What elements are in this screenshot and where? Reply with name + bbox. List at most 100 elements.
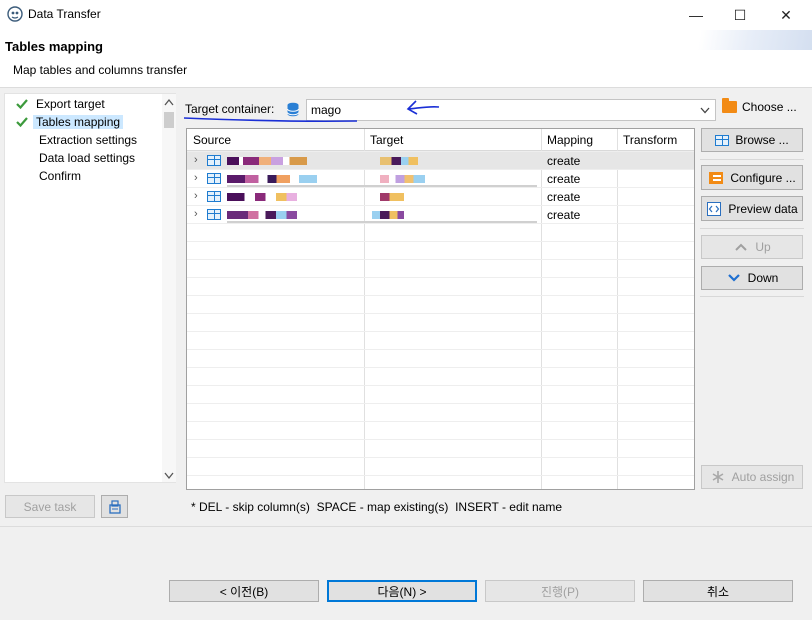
row-divider xyxy=(187,403,694,404)
proceed-button[interactable]: 진행(P) xyxy=(485,580,635,602)
next-button[interactable]: 다음(N) > xyxy=(327,580,477,602)
row-divider xyxy=(187,169,694,170)
annotation-underline xyxy=(183,117,358,123)
configure-icon xyxy=(709,171,724,184)
annotation-arrow xyxy=(406,100,440,115)
row-divider xyxy=(187,421,694,422)
chevron-right-icon[interactable]: › xyxy=(194,190,198,202)
target-name-redacted xyxy=(380,175,425,183)
row-divider xyxy=(187,439,694,440)
page-title: Tables mapping xyxy=(5,39,103,54)
mapping-value[interactable]: create xyxy=(547,208,580,222)
chevron-right-icon[interactable]: › xyxy=(194,154,198,166)
row-divider xyxy=(187,313,694,314)
scroll-down-icon[interactable] xyxy=(164,472,174,480)
preview-label: Preview data xyxy=(728,201,798,216)
cancel-label: 취소 xyxy=(706,584,730,599)
nav-scroll-thumb[interactable] xyxy=(164,112,174,128)
nav-item-export-target[interactable]: Export target xyxy=(15,95,105,112)
mapping-value[interactable]: create xyxy=(547,154,580,168)
target-container-select[interactable]: mago xyxy=(306,99,716,121)
check-icon xyxy=(16,116,28,127)
mapping-value[interactable]: create xyxy=(547,190,580,204)
table-icon xyxy=(207,209,221,220)
row-divider xyxy=(187,385,694,386)
browse-label: Browse ... xyxy=(735,133,789,147)
mapping-table[interactable]: Source Target Mapping Transform › create… xyxy=(186,128,695,490)
row-divider xyxy=(187,367,694,368)
separator xyxy=(700,159,804,160)
table-row[interactable]: › create xyxy=(187,152,694,170)
nav-item-data-load-settings[interactable]: Data load settings xyxy=(15,149,135,166)
source-name-redacted xyxy=(227,193,297,201)
browse-button[interactable]: Browse ... xyxy=(701,128,803,152)
up-label: Up xyxy=(755,240,771,254)
nav-item-label: Confirm xyxy=(39,168,82,183)
column-header-source[interactable]: Source xyxy=(193,133,231,147)
table-row[interactable]: › create xyxy=(187,188,694,206)
minimize-icon: — xyxy=(689,7,703,23)
scroll-up-icon[interactable] xyxy=(164,98,174,106)
close-button[interactable]: ✕ xyxy=(763,0,809,30)
mapping-value[interactable]: create xyxy=(547,172,580,186)
column-header-mapping[interactable]: Mapping xyxy=(547,133,593,147)
down-label: Down xyxy=(747,271,779,285)
auto-assign-label: Auto assign xyxy=(731,470,795,484)
target-container-label: Target container: xyxy=(185,102,275,116)
nav-item-extraction-settings[interactable]: Extraction settings xyxy=(15,131,137,148)
task-config-icon xyxy=(108,499,121,514)
cancel-button[interactable]: 취소 xyxy=(643,580,793,602)
column-header-target[interactable]: Target xyxy=(370,133,403,147)
nav-item-label: Data load settings xyxy=(39,150,136,165)
keyboard-hint: * DEL - skip column(s) SPACE - map exist… xyxy=(191,500,562,514)
maximize-button[interactable]: ☐ xyxy=(717,0,763,30)
row-divider xyxy=(187,295,694,296)
title-bar: Data Transfer — ☐ ✕ xyxy=(0,0,812,30)
back-button[interactable]: < 이전(B) xyxy=(169,580,319,602)
row-divider xyxy=(187,349,694,350)
wizard-steps-panel: Export target Tables mapping Extraction … xyxy=(4,93,176,483)
separator xyxy=(700,296,804,297)
maximize-icon: ☐ xyxy=(733,6,747,23)
target-name-redacted xyxy=(380,193,404,201)
nav-scrollbar[interactable] xyxy=(162,94,176,482)
configure-button[interactable]: Configure ... xyxy=(701,165,803,190)
nav-item-label: Extraction settings xyxy=(39,132,138,147)
minimize-button[interactable]: — xyxy=(673,0,719,30)
nav-item-confirm[interactable]: Confirm xyxy=(15,167,81,184)
target-name-redacted xyxy=(380,157,418,165)
column-header-transform[interactable]: Transform xyxy=(623,133,677,147)
task-options-button[interactable] xyxy=(101,495,128,518)
preview-data-button[interactable]: Preview data xyxy=(701,196,803,221)
arrow-down-icon xyxy=(727,274,740,282)
auto-assign-button[interactable]: Auto assign xyxy=(701,465,803,489)
row-divider xyxy=(187,457,694,458)
row-divider xyxy=(187,241,694,242)
move-down-button[interactable]: Down xyxy=(701,266,803,290)
app-logo-icon xyxy=(7,6,23,22)
chevron-right-icon[interactable]: › xyxy=(194,208,198,220)
chevron-down-icon xyxy=(700,107,710,114)
move-up-button[interactable]: Up xyxy=(701,235,803,259)
folder-icon xyxy=(722,98,737,113)
page-subtitle: Map tables and columns transfer xyxy=(13,63,188,77)
row-divider xyxy=(187,223,694,224)
nav-item-label: Tables mapping xyxy=(33,114,124,129)
source-name-redacted xyxy=(227,157,307,165)
configure-label: Configure ... xyxy=(730,170,796,185)
choose-container-button[interactable]: Choose ... xyxy=(722,98,797,114)
row-divider xyxy=(187,277,694,278)
table-icon xyxy=(207,155,221,166)
check-icon xyxy=(16,98,28,109)
save-task-label: Save task xyxy=(23,499,77,514)
header-banner xyxy=(652,30,812,50)
table-icon xyxy=(207,191,221,202)
nav-item-tables-mapping[interactable]: Tables mapping xyxy=(15,113,124,130)
table-icon xyxy=(207,173,221,184)
source-name-redacted xyxy=(227,175,317,183)
back-label: < 이전(B) xyxy=(219,584,269,599)
chevron-right-icon[interactable]: › xyxy=(194,172,198,184)
row-divider xyxy=(187,187,694,188)
asterisk-icon xyxy=(712,471,724,483)
save-task-button[interactable]: Save task xyxy=(5,495,95,518)
